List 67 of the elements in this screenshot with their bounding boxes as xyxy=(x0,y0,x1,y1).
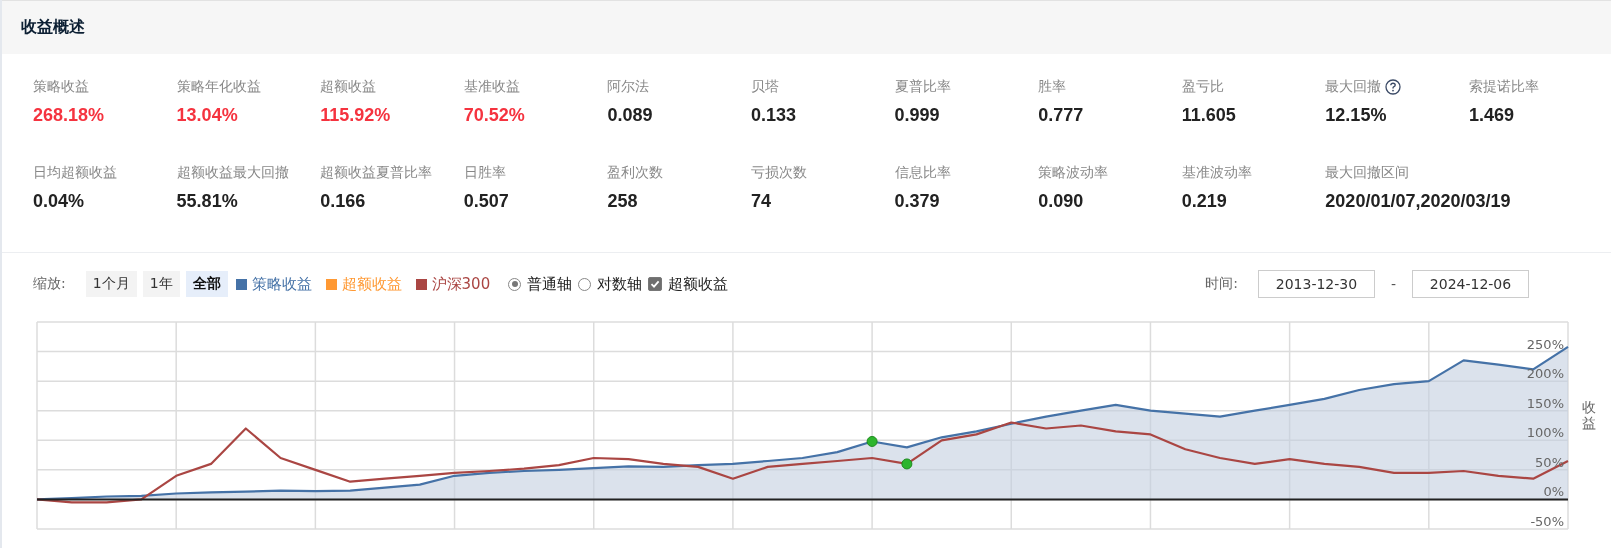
metric-value: 0.999 xyxy=(894,104,941,127)
y-tick-label: 150% xyxy=(1526,395,1564,411)
metric-value: 268.18% xyxy=(33,104,106,127)
metric-label: 超额收益最大回撤 xyxy=(176,164,289,182)
metric-label: 最大回撤 xyxy=(1325,78,1382,96)
metric-label: 贝塔 xyxy=(750,78,779,96)
metric-value: 0.133 xyxy=(750,104,797,127)
metric-label: 基准波动率 xyxy=(1181,164,1252,182)
metric-label: 信息比率 xyxy=(894,164,951,182)
legend-label[interactable]: 沪深300 xyxy=(431,274,491,294)
zoom-button[interactable]: 1个月 xyxy=(85,271,137,297)
checkbox-label[interactable]: 超额收益 xyxy=(668,274,729,294)
help-icon[interactable] xyxy=(1385,79,1402,95)
zoom-button[interactable]: 全部 xyxy=(185,271,228,297)
metric-value: 1.469 xyxy=(1468,104,1515,127)
y-tick-label: 200% xyxy=(1526,366,1564,382)
metric-label: 亏损次数 xyxy=(750,164,807,182)
metric-label: 日胜率 xyxy=(463,164,506,182)
metric-value: 0.507 xyxy=(463,190,510,213)
metric-label: 夏普比率 xyxy=(894,78,951,96)
metric-label: 策略波动率 xyxy=(1038,164,1109,182)
metric-value: 11.605 xyxy=(1181,104,1237,127)
radio-label[interactable]: 普通轴 xyxy=(527,274,573,294)
metric-value: 12.15% xyxy=(1325,104,1388,127)
zoom-button[interactable]: 1年 xyxy=(142,271,180,297)
y-tick-label: -50% xyxy=(1530,514,1564,529)
metric-value: 115.92% xyxy=(320,104,392,127)
metric-label: 超额收益夏普比率 xyxy=(320,164,433,182)
y-tick-label: 250% xyxy=(1526,336,1564,352)
metric-value: 0.379 xyxy=(894,190,941,213)
time-label: 时间: xyxy=(1205,275,1238,293)
radio-label[interactable]: 对数轴 xyxy=(597,274,643,294)
zoom-label: 缩放: xyxy=(33,275,66,293)
metric-value: 13.04% xyxy=(176,104,239,127)
event-markers[interactable] xyxy=(866,435,913,470)
metric-value: 55.81% xyxy=(176,190,239,213)
start-date-field[interactable]: 2013-12-30 xyxy=(1257,270,1375,298)
section-title: 收益概述 xyxy=(21,17,85,38)
metric-label: 基准收益 xyxy=(463,78,520,96)
y-tick-label: 0% xyxy=(1543,484,1564,500)
metric-label: 盈利次数 xyxy=(607,164,664,182)
metric-value: 2020/01/07,2020/03/19 xyxy=(1325,190,1511,213)
metric-label: 最大回撤区间 xyxy=(1325,164,1410,182)
metric-label: 阿尔法 xyxy=(607,78,650,96)
metric-value: 0.219 xyxy=(1181,190,1228,213)
y-tick-label: 100% xyxy=(1526,425,1564,441)
metric-value: 0.04% xyxy=(33,190,86,213)
end-date-field[interactable]: 2024-12-06 xyxy=(1412,270,1529,298)
metric-value: 258 xyxy=(607,190,639,213)
y-tick-label: 50% xyxy=(1535,454,1564,470)
metric-value: 0.090 xyxy=(1038,190,1085,213)
metric-value: 74 xyxy=(750,190,772,213)
metric-label: 胜率 xyxy=(1038,78,1067,96)
metric-value: 0.777 xyxy=(1038,104,1085,127)
metric-value: 0.089 xyxy=(607,104,654,127)
checkbox[interactable] xyxy=(648,277,663,291)
metric-label: 超额收益 xyxy=(320,78,377,96)
metric-label: 索提诺比率 xyxy=(1468,78,1539,96)
metric-label: 日均超额收益 xyxy=(33,164,117,182)
metric-value: 70.52% xyxy=(463,104,526,127)
legend-label[interactable]: 策略收益 xyxy=(251,274,312,294)
y-axis-title: 收益 xyxy=(1582,400,1596,431)
metric-value: 0.166 xyxy=(320,190,367,213)
metric-label: 策略年化收益 xyxy=(176,78,261,96)
metric-label: 策略收益 xyxy=(33,78,89,96)
metric-label: 盈亏比 xyxy=(1181,78,1224,96)
date-separator: - xyxy=(1390,276,1396,292)
